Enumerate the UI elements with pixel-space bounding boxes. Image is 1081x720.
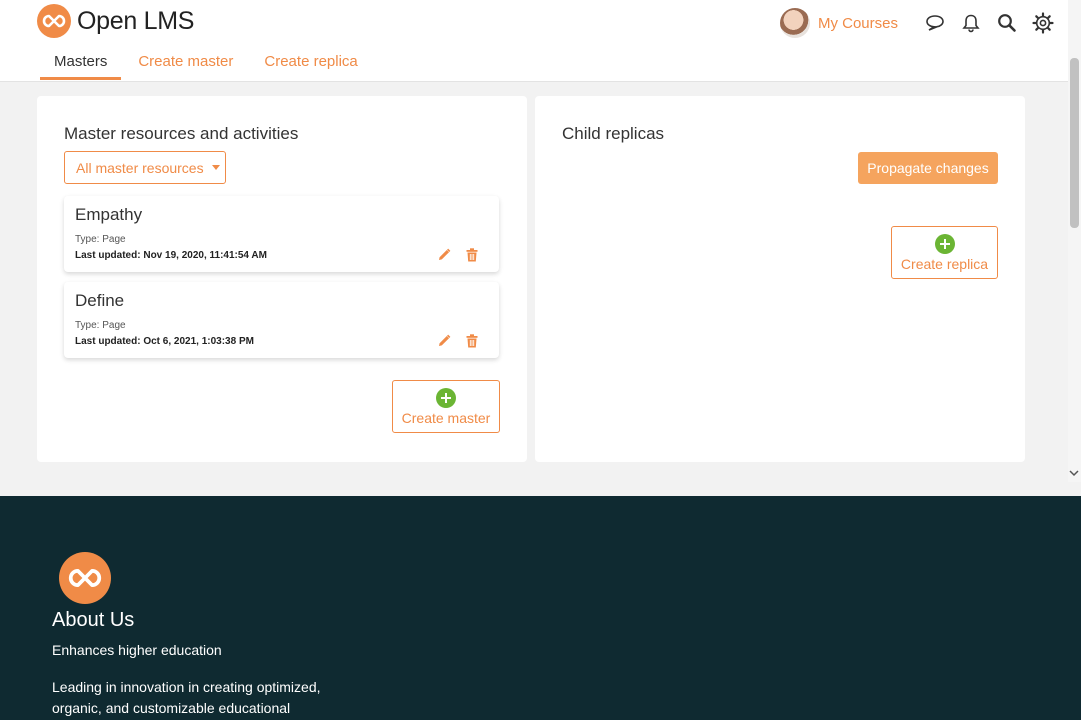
resource-title: Define bbox=[75, 291, 125, 310]
resource-actions bbox=[437, 334, 479, 348]
avatar[interactable] bbox=[779, 8, 810, 38]
trash-icon[interactable] bbox=[465, 248, 479, 262]
scroll-down-arrow-icon[interactable] bbox=[1069, 469, 1079, 480]
master-resources-panel: Master resources and activities All mast… bbox=[37, 96, 527, 462]
brand-name: Open LMS bbox=[77, 6, 195, 35]
caret-down-icon bbox=[211, 165, 220, 170]
search-icon[interactable] bbox=[996, 12, 1018, 34]
top-header: Open LMS My Courses Masters Create maste… bbox=[0, 0, 1068, 82]
scrollbar-thumb[interactable] bbox=[1070, 58, 1079, 228]
create-replica-button[interactable]: Create replica bbox=[891, 226, 998, 279]
create-master-button[interactable]: Create master bbox=[392, 380, 500, 433]
site-footer: About Us Enhances higher education Leadi… bbox=[0, 496, 1081, 720]
footer-logo-icon bbox=[59, 552, 111, 604]
dropdown-value: All master resources bbox=[76, 159, 204, 176]
edit-pencil-icon[interactable] bbox=[437, 334, 451, 348]
tab-create-replica[interactable]: Create replica bbox=[264, 50, 357, 80]
edit-pencil-icon[interactable] bbox=[437, 248, 451, 262]
resource-actions bbox=[437, 248, 479, 262]
resource-title: Empathy bbox=[75, 205, 143, 224]
resource-updated: Last updated: Nov 19, 2020, 11:41:54 AM bbox=[75, 250, 267, 261]
child-replicas-panel: Child replicas Propagate changes Create … bbox=[535, 96, 1025, 462]
updated-label: Last updated: bbox=[75, 250, 141, 261]
tab-create-master[interactable]: Create master bbox=[138, 50, 233, 80]
panel-title: Child replicas bbox=[562, 124, 665, 143]
logo-icon bbox=[37, 4, 71, 38]
resource-updated: Last updated: Oct 6, 2021, 1:03:38 PM bbox=[75, 336, 254, 347]
updated-value: Nov 19, 2020, 11:41:54 AM bbox=[143, 250, 267, 261]
bell-icon[interactable] bbox=[960, 12, 982, 34]
resource-card: Empathy Type: Page Last updated: Nov 19,… bbox=[64, 196, 499, 272]
about-tagline: Enhances higher education bbox=[52, 642, 222, 658]
about-description: Leading in innovation in creating optimi… bbox=[52, 679, 321, 716]
resource-type: Type: Page bbox=[75, 320, 126, 331]
propagate-changes-button[interactable]: Propagate changes bbox=[858, 152, 998, 184]
trash-icon[interactable] bbox=[465, 334, 479, 348]
tab-masters[interactable]: Masters bbox=[40, 50, 122, 80]
tab-bar: Masters Create master Create replica bbox=[40, 50, 389, 80]
updated-value: Oct 6, 2021, 1:03:38 PM bbox=[143, 336, 254, 347]
resource-card: Define Type: Page Last updated: Oct 6, 2… bbox=[64, 282, 499, 358]
plus-circle-icon bbox=[934, 233, 955, 254]
brand[interactable]: Open LMS bbox=[37, 4, 194, 38]
my-courses-link[interactable]: My Courses bbox=[818, 15, 898, 32]
updated-label: Last updated: bbox=[75, 336, 141, 347]
create-replica-label: Create replica bbox=[900, 255, 989, 272]
about-title: About Us bbox=[52, 609, 135, 631]
plus-circle-icon bbox=[436, 387, 456, 408]
resource-filter-dropdown[interactable]: All master resources bbox=[64, 151, 226, 184]
panel-title: Master resources and activities bbox=[64, 124, 299, 143]
create-master-label: Create master bbox=[401, 409, 491, 426]
gear-icon[interactable] bbox=[1032, 12, 1054, 34]
chat-icon[interactable] bbox=[924, 12, 946, 34]
resource-type: Type: Page bbox=[75, 234, 126, 245]
user-toolbar: My Courses bbox=[779, 8, 1054, 38]
page-scrollbar[interactable] bbox=[1068, 0, 1081, 482]
